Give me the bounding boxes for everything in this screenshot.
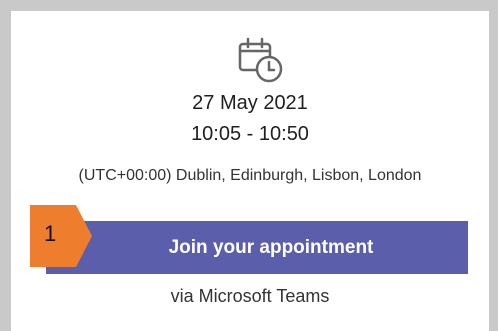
appointment-date: 27 May 2021: [192, 92, 308, 114]
step-callout-badge: 1: [30, 205, 92, 267]
appointment-card: 27 May 2021 10:05 - 10:50 (UTC+00:00) Du…: [11, 11, 489, 331]
via-teams-text: via Microsoft Teams: [170, 286, 330, 306]
step-number: 1: [44, 221, 57, 246]
join-appointment-label: Join your appointment: [168, 236, 374, 258]
join-appointment-button[interactable]: Join your appointment: [46, 221, 468, 274]
calendar-clock-icon: [237, 35, 285, 85]
appointment-time: 10:05 - 10:50: [191, 123, 309, 145]
appointment-timezone: (UTC+00:00) Dublin, Edinburgh, Lisbon, L…: [78, 167, 422, 184]
